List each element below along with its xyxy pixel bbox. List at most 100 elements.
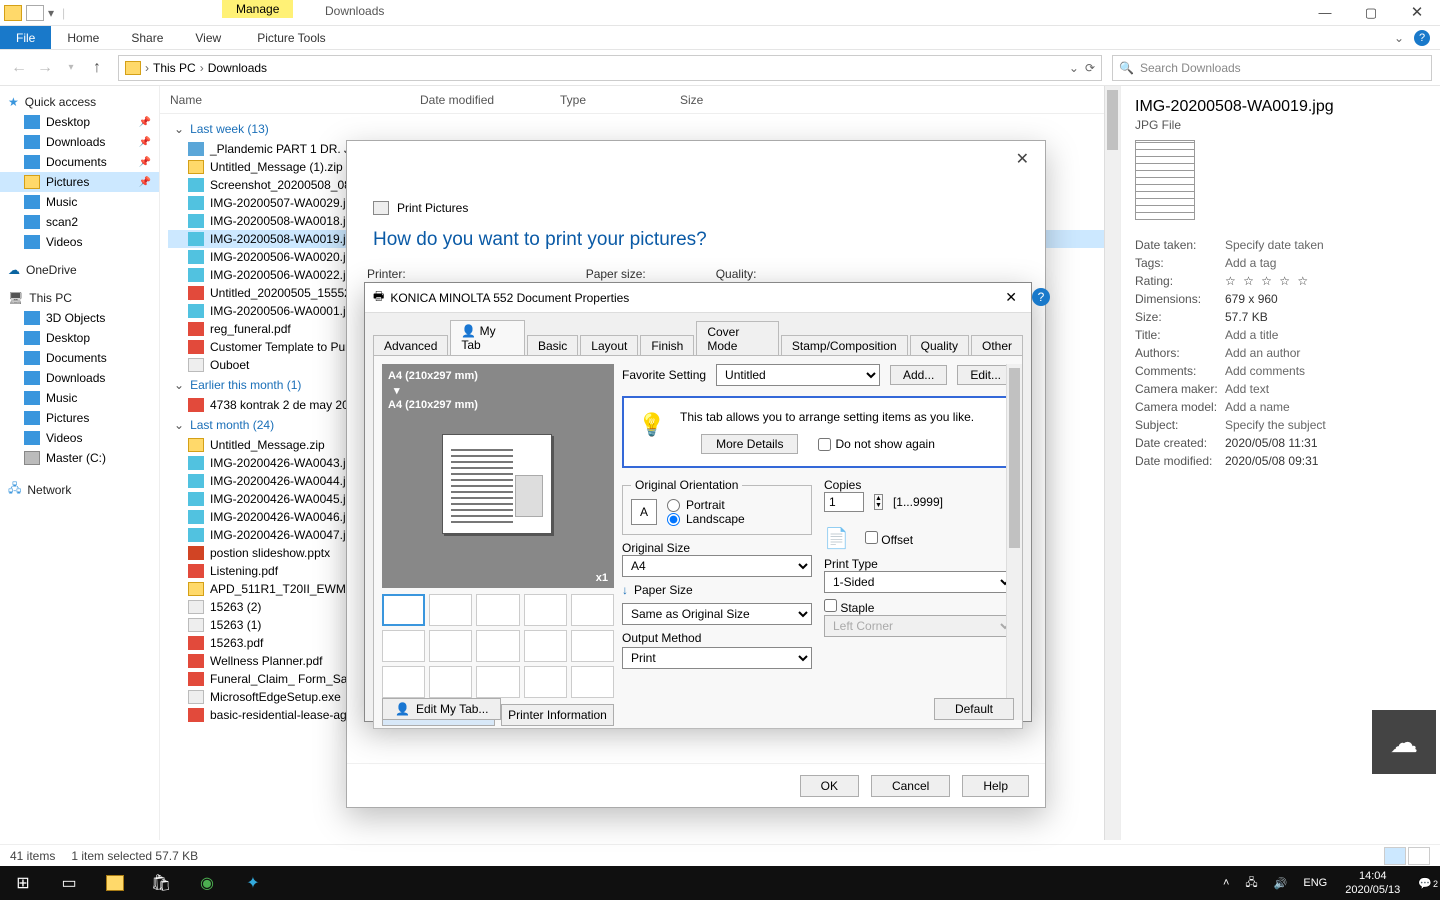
onedrive-toast[interactable]: ☁ [1372, 710, 1436, 774]
minimize-button[interactable]: — [1302, 0, 1348, 26]
details-row-value[interactable]: Specify the subject [1225, 418, 1326, 432]
details-row-value[interactable]: Add a tag [1225, 256, 1276, 270]
copies-input[interactable] [824, 492, 864, 512]
col-date[interactable]: Date modified [420, 93, 560, 107]
breadcrumb-downloads[interactable]: Downloads [208, 61, 267, 75]
sidebar-item[interactable]: 3D Objects [0, 308, 159, 328]
spinner-icon[interactable]: ▲▼ [874, 494, 883, 510]
original-size-select[interactable]: A4 [622, 555, 812, 577]
col-name[interactable]: Name [170, 93, 420, 107]
dont-show-checkbox[interactable]: Do not show again [818, 437, 934, 451]
ok-button[interactable]: OK [800, 775, 859, 797]
col-type[interactable]: Type [560, 93, 680, 107]
tray-language[interactable]: ENG [1295, 877, 1335, 889]
sidebar-group[interactable]: ★Quick access [0, 92, 159, 112]
details-row-value[interactable]: Add a name [1225, 400, 1290, 414]
details-row-value[interactable]: Add comments [1225, 364, 1305, 378]
tab-cover-mode[interactable]: Cover Mode [696, 321, 779, 356]
sidebar-item[interactable]: Pictures [0, 408, 159, 428]
favorite-setting-select[interactable]: Untitled [716, 364, 880, 386]
layout-option[interactable] [382, 630, 425, 662]
layout-option[interactable] [429, 630, 472, 662]
layout-option[interactable] [571, 594, 614, 626]
layout-option[interactable] [524, 630, 567, 662]
sidebar-item[interactable]: Music [0, 192, 159, 212]
ribbon-expand-icon[interactable]: ⌄ [1394, 31, 1404, 45]
sidebar-item[interactable]: Documents📌 [0, 152, 159, 172]
default-button[interactable]: Default [934, 698, 1014, 720]
tab-stamp-composition[interactable]: Stamp/Composition [781, 335, 908, 356]
tray-clock[interactable]: 14:04 2020/05/13 [1335, 869, 1410, 897]
search-box[interactable]: 🔍 Search Downloads [1112, 55, 1432, 81]
close-button[interactable]: ✕ [1394, 0, 1440, 26]
breadcrumb-this-pc[interactable]: This PC [153, 61, 196, 75]
layout-option[interactable] [429, 666, 472, 698]
refresh-icon[interactable]: ⟳ [1085, 61, 1095, 75]
tray-volume-icon[interactable]: 🔊 [1266, 877, 1296, 890]
add-button[interactable]: Add... [890, 365, 947, 385]
help-icon[interactable]: ? [1032, 288, 1050, 306]
recent-locations-icon[interactable]: ▾ [60, 57, 82, 79]
address-dropdown-icon[interactable]: ⌄ [1069, 61, 1079, 75]
tray-notifications-icon[interactable]: 💬2 [1410, 877, 1440, 890]
store-icon[interactable]: 🛍 [138, 866, 184, 900]
details-row-value[interactable]: Add text [1225, 382, 1269, 396]
forward-button[interactable]: → [34, 57, 56, 79]
offset-checkbox[interactable]: Offset [865, 531, 913, 547]
sidebar-item[interactable]: Downloads📌 [0, 132, 159, 152]
sidebar-item[interactable]: Music [0, 388, 159, 408]
sidebar-item[interactable]: Pictures📌 [0, 172, 159, 192]
tab-finish[interactable]: Finish [640, 335, 694, 356]
landscape-radio[interactable] [667, 513, 680, 526]
home-tab[interactable]: Home [51, 26, 115, 49]
scrollbar-thumb[interactable] [1107, 90, 1118, 150]
layout-option[interactable] [382, 594, 425, 626]
task-view-icon[interactable]: ▭ [46, 866, 92, 900]
tab-quality[interactable]: Quality [910, 335, 969, 356]
portrait-radio[interactable] [667, 499, 680, 512]
sidebar-item[interactable]: Desktop [0, 328, 159, 348]
sidebar-item[interactable]: Videos [0, 232, 159, 252]
close-button[interactable]: ✕ [1010, 147, 1035, 171]
staple-checkbox[interactable]: Staple [824, 601, 874, 615]
sidebar-item[interactable]: Master (C:) [0, 448, 159, 468]
column-header[interactable]: Name Date modified Type Size [160, 86, 1120, 114]
details-row-value[interactable]: Add an author [1225, 346, 1300, 360]
sidebar-item[interactable]: Videos [0, 428, 159, 448]
back-button[interactable]: ← [8, 57, 30, 79]
view-details-icon[interactable] [1384, 847, 1406, 865]
up-button[interactable]: ↑ [86, 57, 108, 79]
layout-option[interactable] [524, 666, 567, 698]
close-button[interactable]: ✕ [999, 289, 1023, 306]
tab-layout[interactable]: Layout [580, 335, 638, 356]
scrollbar-thumb[interactable] [1009, 368, 1020, 548]
layout-option[interactable] [571, 630, 614, 662]
sidebar-item[interactable]: Documents [0, 348, 159, 368]
share-tab[interactable]: Share [115, 26, 179, 49]
col-size[interactable]: Size [680, 93, 760, 107]
view-tab[interactable]: View [179, 26, 237, 49]
qat-dropdown-icon[interactable]: ▾ [48, 6, 54, 20]
output-method-select[interactable]: Print [622, 647, 812, 669]
layout-option[interactable] [571, 666, 614, 698]
tray-show-hidden-icon[interactable]: ˄ [1215, 877, 1237, 889]
help-icon[interactable]: ? [1414, 30, 1430, 46]
view-thumbnails-icon[interactable] [1408, 847, 1430, 865]
edit-my-tab-button[interactable]: 👤Edit My Tab... [382, 698, 501, 720]
layout-option[interactable] [476, 594, 519, 626]
maximize-button[interactable]: ▢ [1348, 0, 1394, 26]
details-row-value[interactable]: Specify date taken [1225, 238, 1324, 252]
help-button[interactable]: Help [962, 775, 1029, 797]
paper-size-select[interactable]: Same as Original Size [622, 603, 812, 625]
sidebar-item[interactable]: Desktop📌 [0, 112, 159, 132]
contextual-tab-label[interactable]: Manage [222, 0, 293, 18]
chevron-right-icon[interactable]: › [145, 61, 149, 75]
tab-basic[interactable]: Basic [527, 335, 578, 356]
sidebar-group[interactable]: ☁OneDrive [0, 260, 159, 280]
layout-option[interactable] [382, 666, 425, 698]
address-bar[interactable]: › This PC › Downloads ⌄ ⟳ [118, 55, 1102, 81]
tab-advanced[interactable]: Advanced [373, 335, 448, 356]
more-details-button[interactable]: More Details [701, 434, 798, 454]
sidebar-item[interactable]: Downloads [0, 368, 159, 388]
start-button[interactable]: ⊞ [0, 866, 46, 900]
